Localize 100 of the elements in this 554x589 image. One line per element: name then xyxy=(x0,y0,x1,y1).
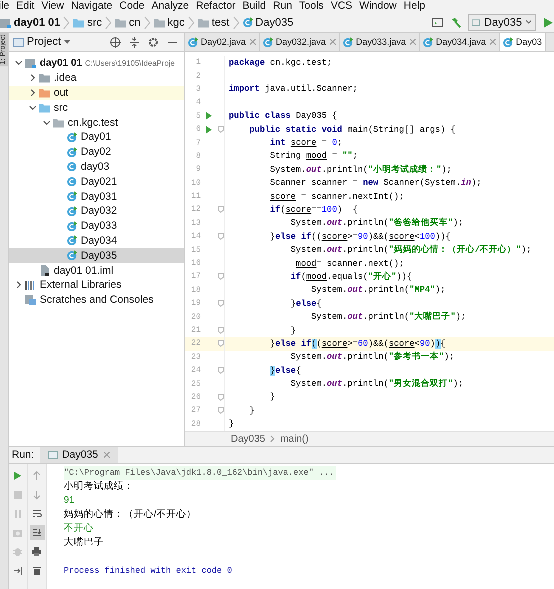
menu-item[interactable]: Help xyxy=(404,0,426,13)
line-number: 23 xyxy=(190,352,201,362)
tree-item-label: .idea xyxy=(54,72,77,84)
tree-item[interactable]: Day034 xyxy=(9,234,184,248)
close-icon[interactable] xyxy=(330,39,336,45)
libraries-icon xyxy=(25,279,37,292)
package-icon xyxy=(115,16,128,28)
panel-title: Run: xyxy=(11,449,36,461)
tree-item[interactable]: Day032 xyxy=(9,204,184,219)
menu-item[interactable]: Build xyxy=(242,0,266,13)
run-icon xyxy=(13,470,23,480)
code-line: import java.util.Scanner; xyxy=(229,84,358,94)
close-icon[interactable] xyxy=(250,39,256,45)
line-number: 20 xyxy=(190,312,201,322)
menu-item[interactable]: ile xyxy=(0,0,10,13)
tree-item[interactable]: Day031 xyxy=(9,189,184,204)
menu-item[interactable]: Run xyxy=(273,0,292,13)
breadcrumb[interactable]: src xyxy=(73,16,102,28)
line-number: 10 xyxy=(190,178,201,188)
console-line: 不开心 xyxy=(64,522,95,536)
breadcrumb[interactable]: Day035 xyxy=(242,16,294,28)
folder-icon xyxy=(73,16,86,28)
menu-item[interactable]: Tools xyxy=(299,0,324,13)
runnable-class-icon xyxy=(67,220,78,232)
breadcrumb[interactable]: kgc xyxy=(154,16,185,28)
line-number: 19 xyxy=(190,299,201,308)
package-icon xyxy=(53,116,65,129)
editor-tab[interactable]: Day032.java xyxy=(260,33,340,51)
line-number: 7 xyxy=(195,138,201,148)
code-line: System.out.println("小明考试成绩："); xyxy=(269,164,452,176)
tree-item[interactable]: cn.kgc.test xyxy=(9,115,184,130)
menu-item[interactable]: Window xyxy=(360,0,397,13)
breadcrumb[interactable]: Day035 xyxy=(231,434,266,444)
code-line: if(mood.equals("开心")){ xyxy=(290,270,412,283)
tree-item[interactable]: Scratches and Consoles xyxy=(9,292,184,308)
tree-item-label: day01 01 xyxy=(40,58,82,69)
package-icon xyxy=(198,16,210,28)
tree-item[interactable]: out xyxy=(9,86,184,100)
close-icon[interactable] xyxy=(490,39,496,45)
menu-item[interactable]: View xyxy=(42,0,64,13)
breadcrumb-label: cn xyxy=(129,16,141,28)
editor-tab[interactable]: Day03 xyxy=(500,33,546,51)
breadcrumb[interactable]: main() xyxy=(280,434,309,444)
runnable-class-icon xyxy=(503,36,514,48)
code-line: } xyxy=(269,392,276,402)
editor-tab[interactable]: Day034.java xyxy=(420,33,500,51)
runnable-class-icon xyxy=(67,206,78,217)
runnable-class-icon xyxy=(242,17,254,28)
exit-icon xyxy=(13,566,23,576)
tree-item-label: day01 01.iml xyxy=(54,264,114,277)
line-number: 14 xyxy=(190,232,201,242)
menu-item[interactable]: Edit xyxy=(16,0,35,13)
package-icon xyxy=(154,16,166,28)
line-number: 22 xyxy=(190,339,201,348)
fold-icon xyxy=(218,126,224,134)
chevron-down-icon xyxy=(15,59,23,68)
breadcrumb[interactable]: day01 01 xyxy=(0,16,60,28)
tree-item[interactable]: day03 xyxy=(9,160,184,174)
close-icon[interactable] xyxy=(104,452,110,458)
close-icon[interactable] xyxy=(410,39,416,45)
tree-item[interactable]: Day021 xyxy=(9,174,184,190)
line-number: 16 xyxy=(190,259,201,268)
breadcrumb[interactable]: cn xyxy=(115,16,141,28)
tree-item-label: day03 xyxy=(81,160,110,173)
tree-item[interactable]: Day01 xyxy=(9,130,184,145)
stop-icon xyxy=(13,490,23,500)
code-line: package cn.kgc.test; xyxy=(229,58,332,68)
pause-icon xyxy=(13,508,23,518)
code-line: }else{ xyxy=(269,366,302,376)
menu-item[interactable]: Refactor xyxy=(196,0,236,13)
run-config-dropdown[interactable]: Day035 xyxy=(468,14,536,31)
scratches-icon xyxy=(25,294,37,306)
printer-icon xyxy=(32,546,42,556)
breadcrumb[interactable]: test xyxy=(198,16,230,28)
tree-item[interactable]: Day033 xyxy=(9,218,184,234)
run-tab[interactable]: Day035 xyxy=(40,447,118,463)
tree-item[interactable]: src xyxy=(9,100,184,116)
menu-item[interactable]: VCS xyxy=(330,0,353,13)
tree-item[interactable]: day01 01.iml xyxy=(9,263,184,278)
tree-item[interactable]: Day035 xyxy=(9,248,184,264)
tree-item-label: cn.kgc.test xyxy=(68,116,118,129)
code-line: score = scanner.nextInt(); xyxy=(269,192,404,202)
tree-item-label: Day034 xyxy=(81,234,118,247)
menu-item[interactable]: Code xyxy=(120,0,145,13)
editor-tab[interactable]: Day033.java xyxy=(340,33,420,51)
menu-item[interactable]: Navigate xyxy=(71,0,113,13)
tree-item[interactable]: .idea xyxy=(9,70,184,86)
line-number: 4 xyxy=(195,98,201,108)
chevron-right-icon xyxy=(63,16,70,30)
menu-item[interactable]: Analyze xyxy=(152,0,190,13)
line-number: 18 xyxy=(190,286,201,295)
tree-item-label: Day032 xyxy=(81,205,118,218)
tree-item[interactable]: External Libraries xyxy=(9,278,184,293)
line-number: 27 xyxy=(190,406,201,416)
settings-icon xyxy=(148,36,159,48)
panel-icon xyxy=(13,36,24,48)
tree-item[interactable]: Day02 xyxy=(9,144,184,160)
line-number: 11 xyxy=(190,192,201,202)
editor-tab[interactable]: Day02.java xyxy=(185,33,260,51)
scroll-to-end-icon xyxy=(32,528,42,538)
